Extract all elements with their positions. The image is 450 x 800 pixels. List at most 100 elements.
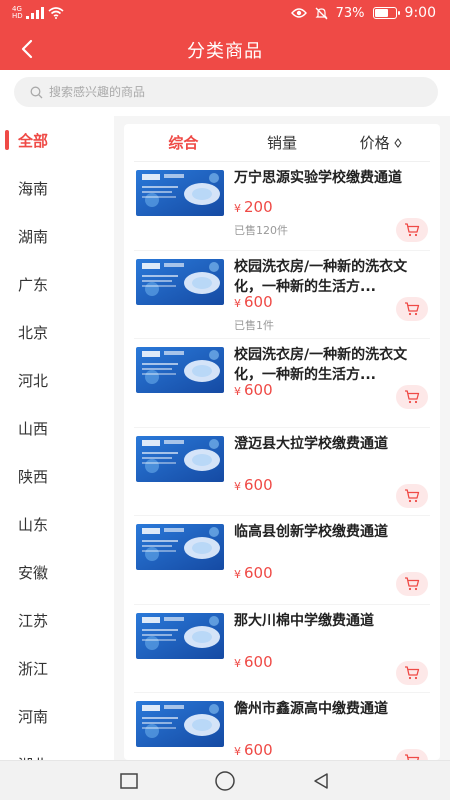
cart-icon [405,577,420,591]
product-image [136,347,224,393]
price-value: 600 [244,381,273,399]
price-value: 600 [244,741,273,759]
add-to-cart-button[interactable] [396,749,428,760]
product-thumbnail [136,435,224,482]
sidebar-item-shandong[interactable]: 山东 [0,500,114,548]
mute-bell-icon [315,7,328,19]
square-icon [120,773,138,789]
network-type-tag: 4G HD [12,6,23,20]
search-bar [0,70,450,116]
product-title[interactable]: 临高县创新学校缴费通道 [234,522,430,542]
back-nav-button[interactable] [308,769,334,793]
search-input[interactable] [49,85,389,99]
network-tag-bottom: HD [12,12,23,20]
product-image [136,701,224,747]
price-value: 600 [244,564,273,582]
battery-fill [374,9,389,17]
sidebar-item-label: 浙江 [18,659,49,678]
product-thumbnail [136,701,224,747]
product-item[interactable]: 那大川棉中学缴费通道 ¥600 [134,605,430,693]
product-thumbnail [136,347,224,393]
tab-overall[interactable]: 综合 [134,132,233,153]
currency-symbol: ¥ [234,479,241,493]
battery-icon [372,7,400,19]
cart-icon [405,301,420,315]
app-header: 分类商品 [0,28,450,70]
product-price: ¥600 [234,476,273,494]
product-item[interactable]: 澄迈县大拉学校缴费通道 ¥600 [134,428,430,516]
sidebar-item-shanxi[interactable]: 山西 [0,404,114,452]
sidebar-item-all[interactable]: 全部 [0,116,114,164]
product-title[interactable]: 儋州市鑫源高中缴费通道 [234,699,430,719]
tab-price[interactable]: 价格 [331,132,430,153]
sidebar-item-henan[interactable]: 河南 [0,692,114,740]
add-to-cart-button[interactable] [396,483,428,508]
sidebar-item-label: 陕西 [18,467,49,486]
page-title: 分类商品 [187,41,263,62]
price-value: 600 [244,475,273,494]
sidebar-item-label: 海南 [18,179,49,198]
category-sidebar: 全部 海南 湖南 广东 北京 河北 山西 陕西 山东 安徽 江苏 浙江 河南 湖… [0,116,114,760]
product-item[interactable]: 万宁思源实验学校缴费通道 ¥200 已售120件 [134,162,430,251]
status-bar: 4G HD 73% 9:00 [0,0,450,28]
add-to-cart-button[interactable] [396,385,428,409]
product-price: ¥200 [234,198,273,216]
add-to-cart-button[interactable] [396,296,428,321]
currency-symbol: ¥ [234,745,241,758]
product-image [136,612,224,659]
product-thumbnail [136,612,224,659]
product-panel: 综合 销量 价格 万宁思源实验学校缴费通道 ¥ 200 已售120件 校园洗衣房… [124,124,440,760]
sidebar-item-hubei[interactable]: 湖北 [0,740,114,761]
product-list: 万宁思源实验学校缴费通道 ¥200 已售120件 校园洗衣房/一种新的洗衣文化，… [124,162,440,760]
sidebar-item-label: 北京 [18,323,49,342]
system-nav-bar [0,760,450,800]
product-price: ¥600 [234,381,273,399]
product-image [136,258,224,305]
product-thumbnail [136,524,224,570]
tab-label: 综合 [168,134,199,152]
status-right: 73% 9:00 [290,5,436,21]
sidebar-item-label: 山东 [18,515,49,534]
sidebar-item-hebei[interactable]: 河北 [0,356,114,404]
recent-apps-button[interactable] [116,769,142,793]
cart-icon [405,488,420,502]
sidebar-item-shaanxi[interactable]: 陕西 [0,452,114,500]
search-box[interactable] [14,77,438,107]
currency-symbol: ¥ [234,296,241,310]
product-item[interactable]: 校园洗衣房/一种新的洗衣文化，一种新的生活方... ¥600 [134,339,430,428]
sidebar-item-jiangsu[interactable]: 江苏 [0,596,114,644]
currency-symbol: ¥ [234,656,241,670]
product-title[interactable]: 那大川棉中学缴费通道 [234,611,430,631]
product-price: ¥600 [234,741,273,759]
search-icon [30,86,43,98]
product-image [136,170,224,216]
sidebar-item-anhui[interactable]: 安徽 [0,548,114,596]
product-title[interactable]: 澄迈县大拉学校缴费通道 [234,434,430,454]
add-to-cart-button[interactable] [396,572,428,596]
sidebar-item-beijing[interactable]: 北京 [0,308,114,356]
sidebar-item-label: 河北 [18,371,49,390]
product-title[interactable]: 校园洗衣房/一种新的洗衣文化，一种新的生活方... [234,345,430,385]
sort-toggle-icon [394,137,402,148]
circle-icon [215,771,235,791]
battery-percent: 73% [335,5,365,21]
add-to-cart-button[interactable] [396,660,428,685]
home-button[interactable] [212,769,238,793]
product-price: ¥600 [234,564,273,582]
tab-label: 销量 [267,134,298,152]
sidebar-item-zhejiang[interactable]: 浙江 [0,644,114,692]
tab-sales[interactable]: 销量 [233,132,332,153]
product-image [136,435,224,482]
sidebar-item-guangdong[interactable]: 广东 [0,260,114,308]
sidebar-item-hainan[interactable]: 海南 [0,164,114,212]
cart-icon [405,390,420,404]
product-item[interactable]: 儋州市鑫源高中缴费通道 ¥600 [134,693,430,760]
add-to-cart-button[interactable] [396,218,428,242]
product-title[interactable]: 万宁思源实验学校缴费通道 [234,168,430,188]
product-thumbnail [136,170,224,216]
product-item[interactable]: 临高县创新学校缴费通道 ¥600 [134,516,430,605]
clock: 9:00 [404,5,436,21]
sidebar-item-hunan[interactable]: 湖南 [0,212,114,260]
product-item[interactable]: 校园洗衣房/一种新的洗衣文化，一种新的生活方... ¥600 已售1件 [134,251,430,339]
product-title[interactable]: 校园洗衣房/一种新的洗衣文化，一种新的生活方... [234,257,430,297]
